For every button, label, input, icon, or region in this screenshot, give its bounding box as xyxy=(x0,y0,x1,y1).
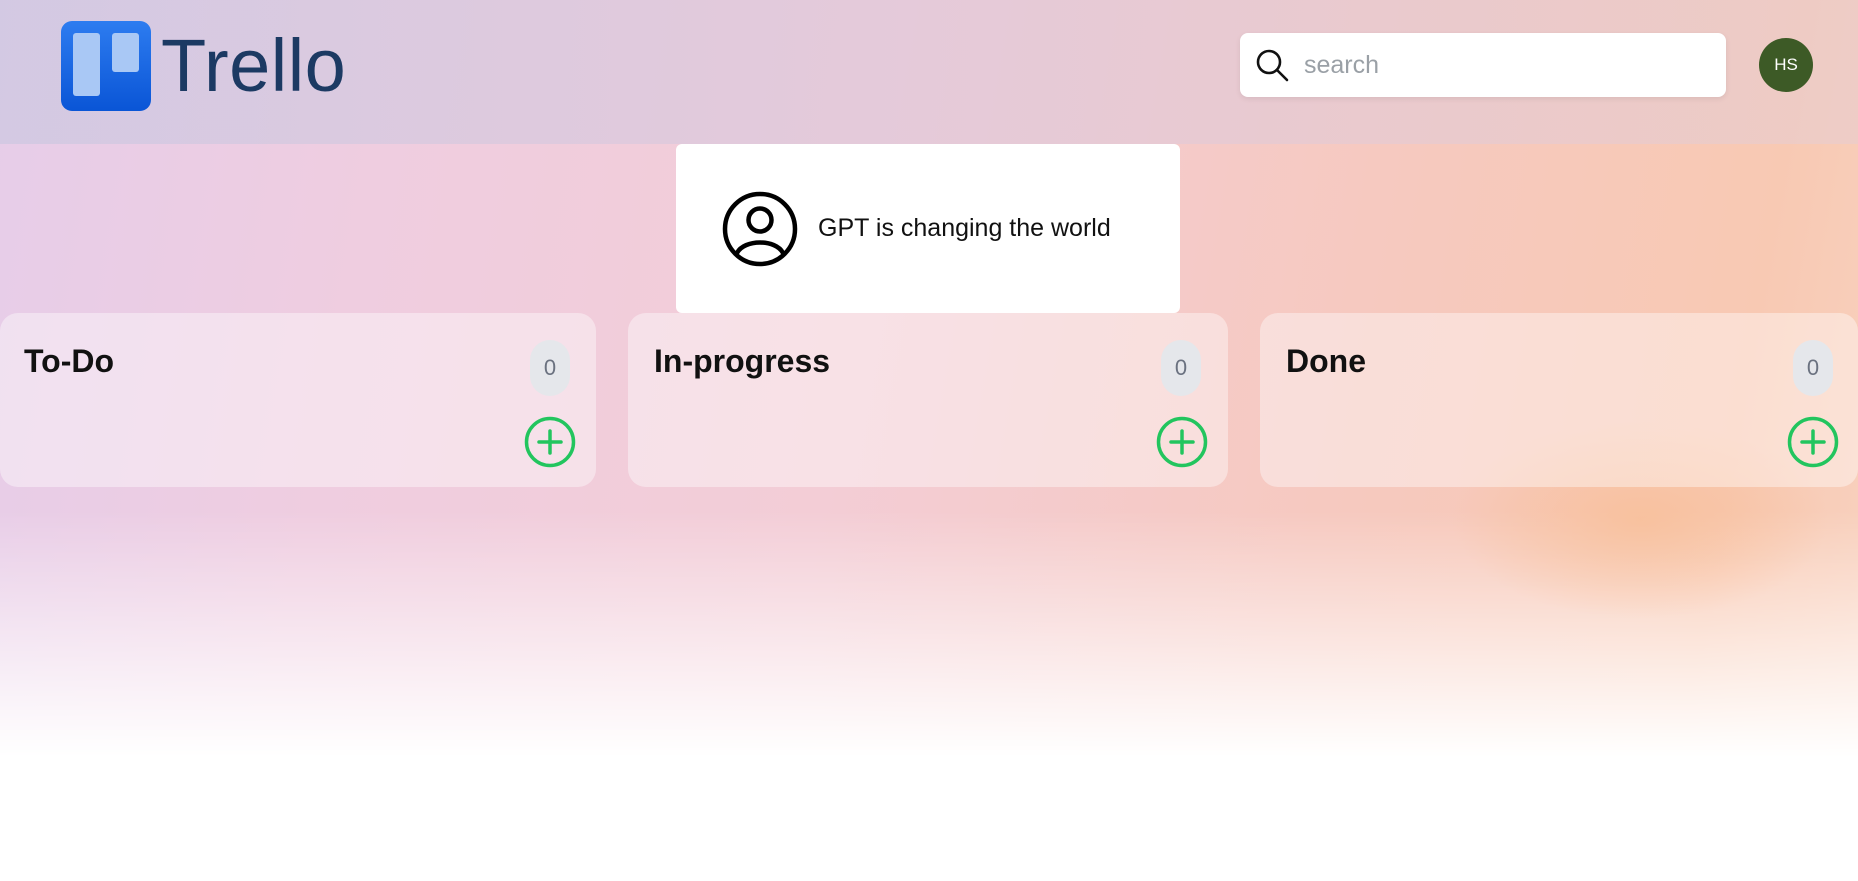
trello-logo-icon xyxy=(61,21,151,111)
column-count-badge: 0 xyxy=(530,340,570,396)
notice-card: GPT is changing the world xyxy=(676,144,1180,313)
add-card-button[interactable] xyxy=(1787,416,1839,468)
column-in-progress: In-progress 0 xyxy=(628,313,1228,487)
search-icon xyxy=(1256,49,1289,82)
user-avatar[interactable]: HS xyxy=(1759,38,1813,92)
column-title: In-progress xyxy=(654,343,831,379)
search-input[interactable] xyxy=(1302,49,1706,81)
top-header: Trello HS xyxy=(0,0,1858,144)
search-box[interactable] xyxy=(1240,33,1726,97)
board-page: Trello HS GPT is changing the world To-D… xyxy=(0,0,1858,881)
column-title: To-Do xyxy=(24,343,115,379)
add-card-button[interactable] xyxy=(1156,416,1208,468)
add-card-button[interactable] xyxy=(524,416,576,468)
column-todo: To-Do 0 xyxy=(0,313,596,487)
logo-text: Trello xyxy=(161,24,347,107)
trello-logo[interactable]: Trello xyxy=(61,20,346,112)
notice-text: GPT is changing the world xyxy=(818,214,1111,242)
column-count-badge: 0 xyxy=(1161,340,1201,396)
user-circle-icon xyxy=(722,191,798,266)
column-done: Done 0 xyxy=(1260,313,1858,487)
column-title: Done xyxy=(1286,343,1366,379)
column-count-badge: 0 xyxy=(1793,340,1833,396)
